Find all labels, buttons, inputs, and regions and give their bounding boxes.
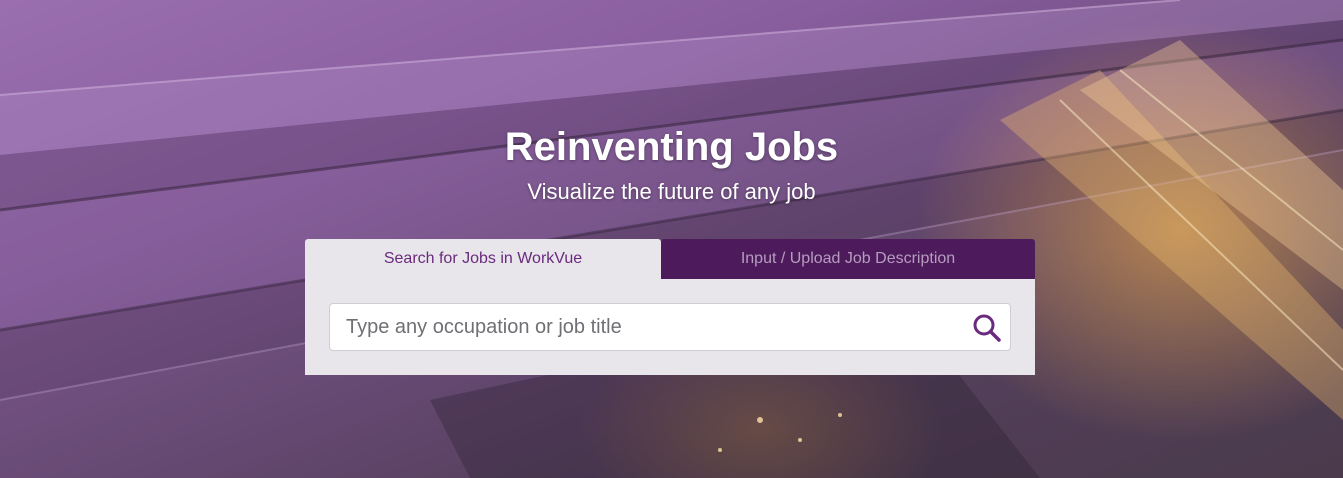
hero-banner: Reinventing Jobs Visualize the future of… <box>0 0 1343 478</box>
search-panel: Search for Jobs in WorkVue Input / Uploa… <box>305 239 1035 375</box>
search-input[interactable] <box>330 304 950 350</box>
search-tabs: Search for Jobs in WorkVue Input / Uploa… <box>305 239 1035 279</box>
page-title: Reinventing Jobs <box>504 125 839 169</box>
search-icon[interactable] <box>972 313 1002 343</box>
search-field <box>329 303 1011 351</box>
tab-content <box>305 279 1035 375</box>
tab-search-jobs[interactable]: Search for Jobs in WorkVue <box>305 239 661 279</box>
page-subtitle: Visualize the future of any job <box>527 179 816 204</box>
tab-upload-job-description[interactable]: Input / Upload Job Description <box>661 239 1035 279</box>
